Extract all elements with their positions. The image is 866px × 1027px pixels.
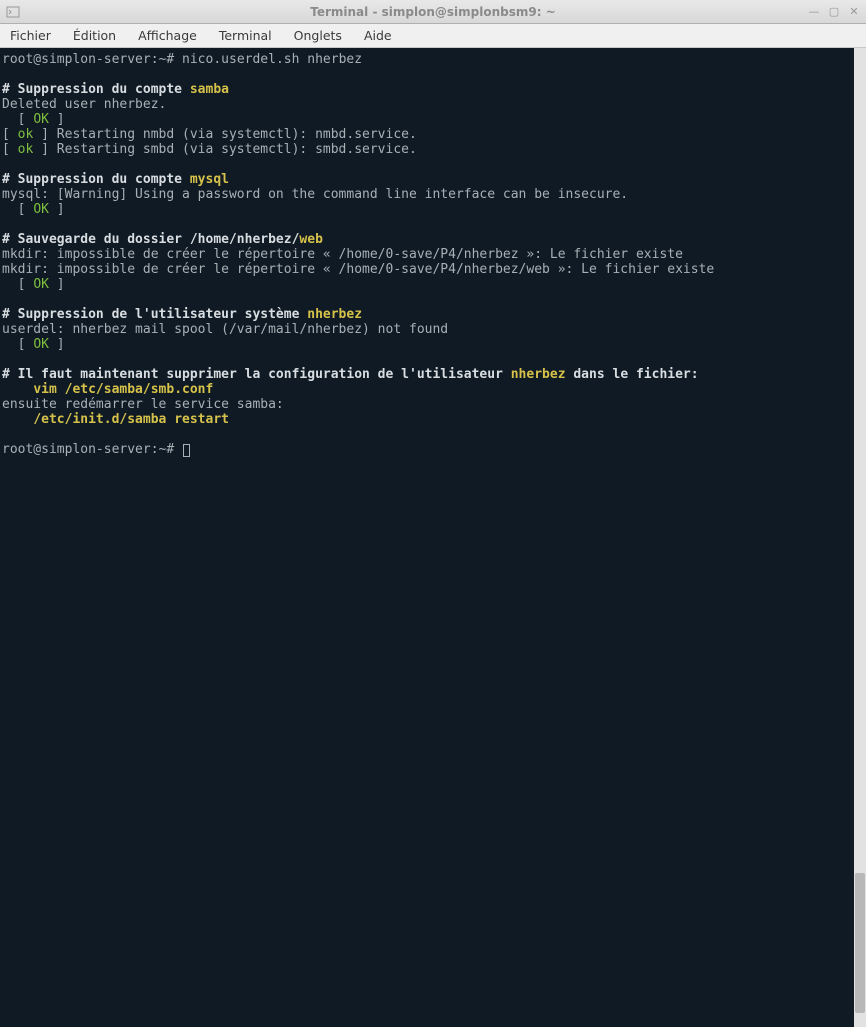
status-ok: OK	[33, 337, 49, 352]
output-line: mkdir: impossible de créer le répertoire…	[2, 247, 683, 262]
bracket-open: [	[2, 142, 18, 157]
bracket-open: [	[2, 127, 18, 142]
menu-view[interactable]: Affichage	[134, 26, 201, 45]
menu-tabs[interactable]: Onglets	[290, 26, 346, 45]
bracket-close: ]	[49, 202, 65, 217]
menu-terminal[interactable]: Terminal	[215, 26, 276, 45]
terminal-cursor	[183, 444, 190, 457]
scrollbar-thumb[interactable]	[855, 873, 865, 1013]
minimize-icon[interactable]: —	[808, 6, 820, 18]
section-header: # Suppression du compte	[2, 172, 190, 187]
bracket-close: ]	[49, 277, 65, 292]
window-titlebar: Terminal - simplon@simplonbsm9: ~ — ▢ ✕	[0, 0, 866, 24]
bracket-open: [	[2, 337, 33, 352]
terminal-app-icon	[6, 5, 20, 19]
prompt-sep: :	[151, 442, 159, 457]
suggested-command: vim /etc/samba/smb.conf	[33, 382, 213, 397]
output-line: Deleted user nherbez.	[2, 97, 166, 112]
section-header: # Suppression du compte	[2, 82, 190, 97]
output-line: ] Restarting nmbd (via systemctl): nmbd.…	[33, 127, 417, 142]
menu-help[interactable]: Aide	[360, 26, 396, 45]
suggested-command: /etc/init.d/samba restart	[33, 412, 229, 427]
command-text: nico.userdel.sh nherbez	[182, 52, 362, 67]
output-line: ensuite redémarrer le service samba:	[2, 397, 284, 412]
prompt-sep: :	[151, 52, 159, 67]
prompt-user: root@simplon-server	[2, 442, 151, 457]
section-target: nherbez	[511, 367, 566, 382]
bracket-close: ]	[49, 337, 65, 352]
menu-edit[interactable]: Édition	[69, 26, 120, 45]
section-target: web	[299, 232, 322, 247]
pad	[2, 412, 33, 427]
terminal-container: root@simplon-server:~# nico.userdel.sh n…	[0, 48, 866, 1027]
status-ok: ok	[18, 127, 34, 142]
prompt-hash: #	[166, 52, 182, 67]
section-header: # Sauvegarde du dossier /home/nherbez/	[2, 232, 299, 247]
output-line: mkdir: impossible de créer le répertoire…	[2, 262, 714, 277]
terminal-output[interactable]: root@simplon-server:~# nico.userdel.sh n…	[0, 48, 854, 1027]
output-line: mysql: [Warning] Using a password on the…	[2, 187, 628, 202]
pad	[2, 382, 33, 397]
section-header: dans le fichier:	[566, 367, 699, 382]
output-line: userdel: nherbez mail spool (/var/mail/n…	[2, 322, 448, 337]
section-header: # Suppression de l'utilisateur système	[2, 307, 307, 322]
close-icon[interactable]: ✕	[848, 6, 860, 18]
menu-file[interactable]: Fichier	[6, 26, 55, 45]
section-target: mysql	[190, 172, 229, 187]
window-controls: — ▢ ✕	[808, 6, 860, 18]
maximize-icon[interactable]: ▢	[828, 6, 840, 18]
status-ok: ok	[18, 142, 34, 157]
section-header: # Il faut maintenant supprimer la config…	[2, 367, 511, 382]
status-ok: OK	[33, 277, 49, 292]
bracket-close: ]	[49, 112, 65, 127]
output-line: ] Restarting smbd (via systemctl): smbd.…	[33, 142, 417, 157]
vertical-scrollbar[interactable]	[854, 48, 866, 1027]
bracket-open: [	[2, 112, 33, 127]
section-target: samba	[190, 82, 229, 97]
bracket-open: [	[2, 277, 33, 292]
prompt-hash: #	[166, 442, 182, 457]
window-title: Terminal - simplon@simplonbsm9: ~	[310, 5, 555, 19]
section-target: nherbez	[307, 307, 362, 322]
status-ok: OK	[33, 112, 49, 127]
menu-bar: Fichier Édition Affichage Terminal Ongle…	[0, 24, 866, 48]
status-ok: OK	[33, 202, 49, 217]
bracket-open: [	[2, 202, 33, 217]
prompt-user: root@simplon-server	[2, 52, 151, 67]
